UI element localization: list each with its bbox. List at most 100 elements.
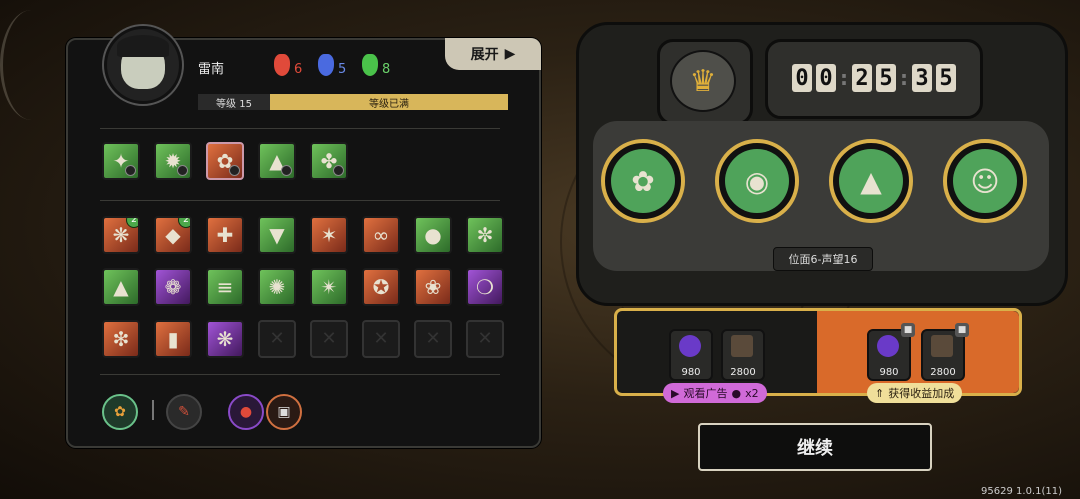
skill-dot-icon — [333, 165, 344, 176]
red-mask-count: 6 — [294, 62, 303, 77]
empty-skill-slot[interactable]: ✕ — [414, 320, 452, 358]
skill-slot[interactable]: ∞ — [362, 216, 400, 254]
timer: 0 0 : 2 5 : 3 5 — [792, 64, 956, 92]
hood-icon: ● — [424, 223, 442, 247]
watch-ad-multiplier: x2 — [745, 386, 759, 400]
expand-button[interactable]: 展开 ▶ — [445, 38, 541, 70]
skill-slot[interactable]: ❋ 2 — [102, 216, 140, 254]
reward-value: 2800 — [730, 367, 756, 378]
green-mask-icon — [362, 54, 378, 76]
reward-value: 980 — [681, 367, 701, 378]
fly-boss-icon: ✿ — [611, 149, 675, 213]
skill-slot[interactable]: ✼ — [466, 216, 504, 254]
timer-digit: 3 — [912, 64, 932, 92]
skill-level-badge: 2 — [126, 218, 138, 228]
chevron-icon: ▼ — [269, 223, 285, 247]
skill-slot[interactable]: ● — [414, 216, 452, 254]
skill-slot[interactable]: ❍ — [466, 268, 504, 306]
skill-slot[interactable]: ▼ — [258, 216, 296, 254]
skill-slot[interactable]: ▮ — [154, 320, 192, 358]
empty-skill-slot[interactable]: ✕ — [362, 320, 400, 358]
shadow-icon: ❁ — [164, 275, 182, 299]
version-label: 95629 1.0.1(11) — [981, 486, 1062, 497]
empty-skill-slot[interactable]: ✕ — [258, 320, 296, 358]
empty-x-icon: ✕ — [477, 328, 493, 349]
divider — [100, 200, 500, 201]
character-panel: 雷南 6 5 8 展开 ▶ 等级 15 等级已满 ✦ ✹ ✿ ▲ ✤ ❋ 2 ◆ 2… — [66, 26, 541, 448]
card-icon — [931, 335, 953, 357]
bonus-reward-card: 2800 ■ — [921, 323, 969, 381]
timer-digit: 0 — [792, 64, 812, 92]
reward-value: 2800 — [930, 367, 956, 378]
skill-slot[interactable]: ❁ — [154, 268, 192, 306]
player-avatar[interactable] — [104, 26, 182, 104]
continue-button[interactable]: 继续 — [698, 423, 932, 471]
blade-icon[interactable]: ✎ — [166, 394, 202, 430]
red-mask-icon — [274, 54, 290, 76]
green-mask-count: 8 — [382, 62, 391, 77]
skill-dot-icon — [229, 165, 240, 176]
reward-value: 980 — [879, 367, 899, 378]
slash-icon: ✚ — [216, 223, 234, 247]
level-bar: 等级 15 等级已满 — [198, 94, 508, 110]
mech-boss-icon: ◉ — [725, 149, 789, 213]
boss-slot-player[interactable]: ☺ — [943, 139, 1027, 223]
feather-icon: ❀ — [424, 275, 442, 299]
blue-mask-icon — [318, 54, 334, 76]
purple-flame-icon: ❋ — [216, 327, 234, 351]
beast-icon: ✶ — [320, 223, 338, 247]
skill-slot[interactable]: ✶ — [310, 216, 348, 254]
skill-slot[interactable]: ✚ — [206, 216, 244, 254]
empty-x-icon: ✕ — [269, 328, 285, 349]
play-icon: ▶ — [671, 386, 680, 400]
skill-slot[interactable]: ▲ — [102, 268, 140, 306]
empty-skill-slot[interactable]: ✕ — [466, 320, 504, 358]
expand-label: 展开 — [470, 47, 499, 63]
boost-button[interactable]: ⇑ 获得收益加成 — [867, 383, 963, 403]
grass-icon: ✼ — [476, 223, 494, 247]
skill-slot[interactable]: ❀ — [414, 268, 452, 306]
empty-x-icon: ✕ — [321, 328, 337, 349]
empty-skill-slot[interactable]: ✕ — [310, 320, 348, 358]
player-name: 雷南 — [198, 62, 225, 77]
card-icon — [731, 335, 753, 357]
plane-label: 位面6-声望16 — [773, 247, 873, 271]
empty-x-icon: ✕ — [373, 328, 389, 349]
level-status: 等级已满 — [270, 94, 508, 110]
rewards-bonus-area — [817, 311, 1019, 393]
skill-slot[interactable]: ▲ — [258, 142, 296, 180]
double-chevron-up-icon: ⇑ — [875, 386, 885, 400]
crown-icon[interactable]: ♛ — [670, 50, 736, 112]
skill-slot[interactable]: ✺ — [258, 268, 296, 306]
avatar-hair — [117, 35, 169, 57]
chain-icon: ∞ — [372, 223, 390, 247]
boss-slot-fly[interactable]: ✿ — [601, 139, 685, 223]
empty-x-icon: ✕ — [425, 328, 441, 349]
skill-slot[interactable]: ◆ 2 — [154, 216, 192, 254]
skill-slot[interactable]: ✿ — [206, 142, 244, 180]
timer-box: 0 0 : 2 5 : 3 5 — [765, 39, 983, 119]
skill-slot[interactable]: ✪ — [362, 268, 400, 306]
fire-icon: ❇ — [112, 327, 130, 351]
timer-digit: 5 — [876, 64, 896, 92]
reward-card: 2800 — [721, 329, 765, 381]
skill-slot[interactable]: ✦ — [102, 142, 140, 180]
watch-ad-button[interactable]: ▶ 观看广告 ● x2 — [663, 383, 767, 403]
skill-slot[interactable]: ❋ — [206, 320, 244, 358]
boss-slot-beetle[interactable]: ▲ — [829, 139, 913, 223]
dice-icon[interactable]: ▣ — [266, 394, 302, 430]
relic-icon[interactable]: ✿ — [102, 394, 138, 430]
boss-slot-mech[interactable]: ◉ — [715, 139, 799, 223]
skill-level-badge: 2 — [178, 218, 190, 228]
purple-orb-icon — [679, 335, 701, 357]
skill-slot[interactable]: ✴ — [310, 268, 348, 306]
skill-slot[interactable]: ❇ — [102, 320, 140, 358]
skill-slot[interactable]: ✤ — [310, 142, 348, 180]
player-face-icon: ☺ — [953, 149, 1017, 213]
timer-digit: 2 — [852, 64, 872, 92]
fist-token-icon[interactable]: ● — [228, 394, 264, 430]
reward-orb: 980 — [669, 329, 713, 381]
skill-slot[interactable]: ≡ — [206, 268, 244, 306]
fist-icon: ✪ — [372, 275, 390, 299]
skill-slot[interactable]: ✹ — [154, 142, 192, 180]
